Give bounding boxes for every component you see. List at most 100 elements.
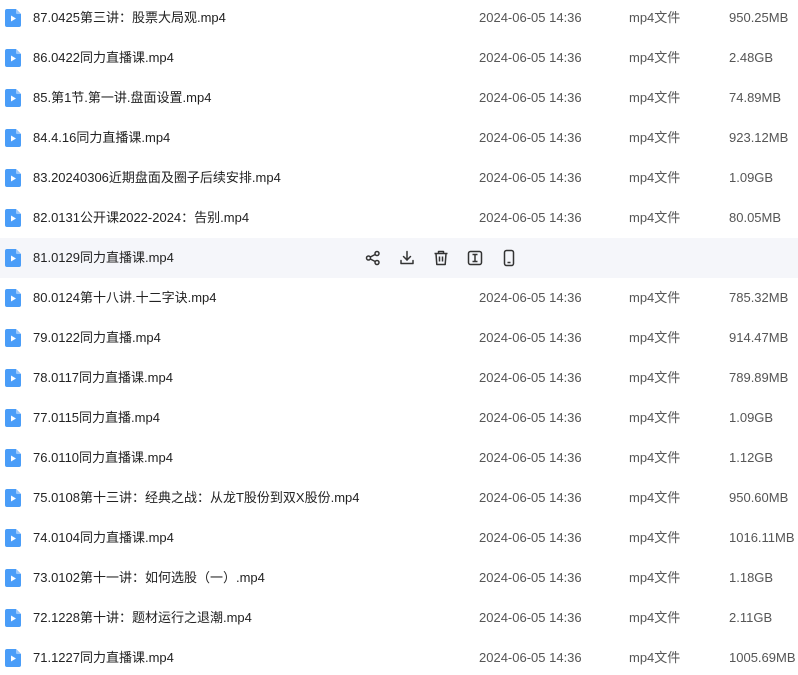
file-type: mp4文件 [629, 410, 681, 425]
file-size: 950.25MB [729, 10, 789, 25]
file-row[interactable]: 76.0110同力直播课.mp4 2024-06-05 14:36 mp4文件 1.1… [0, 438, 798, 478]
video-file-icon [5, 369, 21, 387]
file-name[interactable]: 85.第1节.第一讲.盘面设置.mp4 [33, 78, 211, 118]
file-row[interactable]: 74.0104同力直播课.mp4 2024-06-05 14:36 mp4文件 101… [0, 518, 798, 558]
file-row[interactable]: 87.0425第三讲：股票大局观.mp4 2024-06-05 14:36 mp4文… [0, 0, 798, 38]
file-size: 1.09GB [729, 410, 774, 425]
file-type: mp4文件 [629, 130, 681, 145]
file-modified-date: 2024-06-05 14:36 [479, 170, 582, 185]
file-row[interactable]: 81.0129同力直播课.mp4 [0, 238, 798, 278]
file-modified-date: 2024-06-05 14:36 [479, 130, 582, 145]
file-name[interactable]: 72.1228第十讲：题材运行之退潮.mp4 [33, 598, 252, 638]
video-file-icon [5, 529, 21, 547]
file-name[interactable]: 86.0422同力直播课.mp4 [33, 38, 174, 78]
file-type: mp4文件 [629, 10, 681, 25]
file-type: mp4文件 [629, 330, 681, 345]
file-type: mp4文件 [629, 610, 681, 625]
file-size: 789.89MB [729, 370, 789, 385]
file-name[interactable]: 83.20240306近期盘面及圈子后续安排.mp4 [33, 158, 281, 198]
file-modified-date: 2024-06-05 14:36 [479, 370, 582, 385]
file-modified-date: 2024-06-05 14:36 [479, 290, 582, 305]
file-modified-date: 2024-06-05 14:36 [479, 450, 582, 465]
file-type: mp4文件 [629, 90, 681, 105]
file-row[interactable]: 80.0124第十八讲.十二字诀.mp4 2024-06-05 14:36 mp4文… [0, 278, 798, 318]
file-type: mp4文件 [629, 450, 681, 465]
file-modified-date: 2024-06-05 14:36 [479, 610, 582, 625]
video-file-icon [5, 169, 21, 187]
share-icon[interactable] [364, 249, 382, 267]
video-file-icon [5, 89, 21, 107]
file-size: 2.11GB [729, 610, 773, 625]
video-file-icon [5, 569, 21, 587]
file-name[interactable]: 76.0110同力直播课.mp4 [33, 438, 173, 478]
video-file-icon [5, 409, 21, 427]
video-file-icon [5, 329, 21, 347]
trash-icon[interactable] [432, 249, 450, 267]
video-file-icon [5, 289, 21, 307]
file-name[interactable]: 75.0108第十三讲：经典之战：从龙T股份到双X股份.mp4 [33, 478, 360, 518]
file-modified-date: 2024-06-05 14:36 [479, 330, 582, 345]
file-size: 1.12GB [729, 450, 774, 465]
file-name[interactable]: 79.0122同力直播.mp4 [33, 318, 161, 358]
file-type: mp4文件 [629, 210, 681, 225]
file-size: 2.48GB [729, 50, 774, 65]
file-name[interactable]: 87.0425第三讲：股票大局观.mp4 [33, 0, 226, 38]
file-modified-date: 2024-06-05 14:36 [479, 10, 582, 25]
file-row[interactable]: 86.0422同力直播课.mp4 2024-06-05 14:36 mp4文件 2.4… [0, 38, 798, 78]
file-size: 923.12MB [729, 130, 789, 145]
video-file-icon [5, 49, 21, 67]
file-row[interactable]: 78.0117同力直播课.mp4 2024-06-05 14:36 mp4文件 789… [0, 358, 798, 398]
file-name[interactable]: 73.0102第十一讲：如何选股（一）.mp4 [33, 558, 265, 598]
file-modified-date: 2024-06-05 14:36 [479, 90, 582, 105]
file-size: 1.09GB [729, 170, 774, 185]
video-file-icon [5, 449, 21, 467]
file-name[interactable]: 71.1227同力直播课.mp4 [33, 638, 174, 675]
file-modified-date: 2024-06-05 14:36 [479, 50, 582, 65]
video-file-icon [5, 9, 21, 27]
video-file-icon [5, 129, 21, 147]
file-row[interactable]: 85.第1节.第一讲.盘面设置.mp4 2024-06-05 14:36 mp4文件… [0, 78, 798, 118]
video-file-icon [5, 649, 21, 667]
file-name[interactable]: 80.0124第十八讲.十二字诀.mp4 [33, 278, 217, 318]
file-row[interactable]: 83.20240306近期盘面及圈子后续安排.mp4 2024-06-05 14:… [0, 158, 798, 198]
file-row[interactable]: 72.1228第十讲：题材运行之退潮.mp4 2024-06-05 14:36 mp… [0, 598, 798, 638]
mobile-icon[interactable] [500, 249, 518, 267]
file-name[interactable]: 78.0117同力直播课.mp4 [33, 358, 173, 398]
file-row[interactable]: 71.1227同力直播课.mp4 2024-06-05 14:36 mp4文件 100… [0, 638, 798, 675]
file-row[interactable]: 77.0115同力直播.mp4 2024-06-05 14:36 mp4文件 1.09… [0, 398, 798, 438]
file-modified-date: 2024-06-05 14:36 [479, 210, 582, 225]
file-size: 1016.11MB [729, 530, 795, 545]
file-modified-date: 2024-06-05 14:36 [479, 410, 582, 425]
file-size: 1.18GB [729, 570, 774, 585]
file-type: mp4文件 [629, 570, 681, 585]
file-size: 785.32MB [729, 290, 789, 305]
file-modified-date: 2024-06-05 14:36 [479, 650, 582, 665]
file-modified-date: 2024-06-05 14:36 [479, 490, 582, 505]
file-row[interactable]: 84.4.16同力直播课.mp4 2024-06-05 14:36 mp4文件 923… [0, 118, 798, 158]
file-size: 914.47MB [729, 330, 789, 345]
file-row[interactable]: 82.0131公开课2022-2024：告别.mp4 2024-06-05 14:… [0, 198, 798, 238]
file-type: mp4文件 [629, 490, 681, 505]
rename-icon[interactable] [466, 249, 484, 267]
file-modified-date: 2024-06-05 14:36 [479, 570, 582, 585]
file-type: mp4文件 [629, 530, 681, 545]
file-modified-date: 2024-06-05 14:36 [479, 530, 582, 545]
file-type: mp4文件 [629, 650, 681, 665]
file-size: 950.60MB [729, 490, 789, 505]
file-size: 80.05MB [729, 210, 782, 225]
file-name[interactable]: 74.0104同力直播课.mp4 [33, 518, 174, 558]
file-name[interactable]: 84.4.16同力直播课.mp4 [33, 118, 170, 158]
download-icon[interactable] [398, 249, 416, 267]
file-list: 87.0425第三讲：股票大局观.mp4 2024-06-05 14:36 mp4文… [0, 0, 798, 673]
video-file-icon [5, 249, 21, 267]
file-row[interactable]: 75.0108第十三讲：经典之战：从龙T股份到双X股份.mp4 2024-06-0… [0, 478, 798, 518]
file-row[interactable]: 73.0102第十一讲：如何选股（一）.mp4 2024-06-05 14:36 m… [0, 558, 798, 598]
file-size: 74.89MB [729, 90, 782, 105]
file-size: 1005.69MB [729, 650, 796, 665]
file-name[interactable]: 77.0115同力直播.mp4 [33, 398, 160, 438]
file-name[interactable]: 81.0129同力直播课.mp4 [33, 238, 174, 278]
file-row[interactable]: 79.0122同力直播.mp4 2024-06-05 14:36 mp4文件 914.… [0, 318, 798, 358]
file-type: mp4文件 [629, 370, 681, 385]
file-name[interactable]: 82.0131公开课2022-2024：告别.mp4 [33, 198, 249, 238]
file-type: mp4文件 [629, 50, 681, 65]
